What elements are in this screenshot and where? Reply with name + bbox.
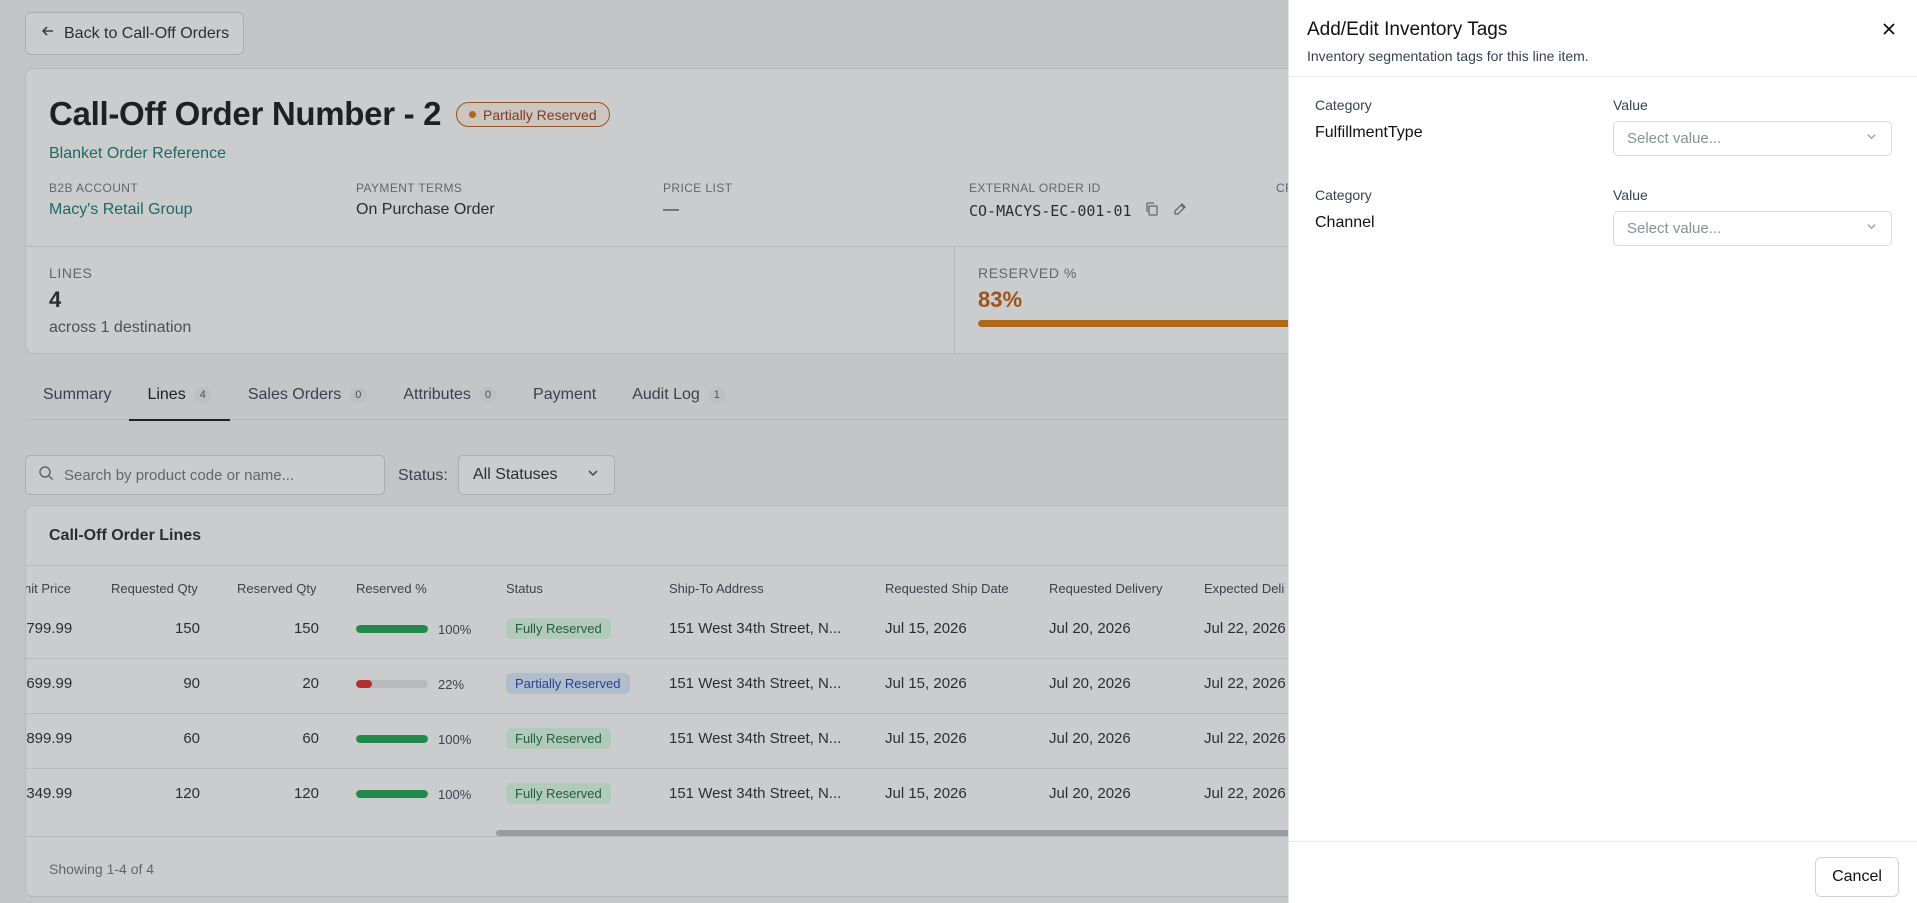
inventory-tags-drawer: Add/Edit Inventory Tags Inventory segmen…: [1288, 0, 1917, 903]
fulfillment-type-value-select[interactable]: Select value...: [1613, 121, 1892, 156]
tag-row-channel: Category Channel Value Select value...: [1315, 187, 1892, 262]
chevron-down-icon: [1865, 220, 1878, 237]
drawer-title: Add/Edit Inventory Tags: [1307, 19, 1508, 40]
chevron-down-icon: [1865, 130, 1878, 147]
drawer-footer-divider: [1289, 841, 1917, 842]
category-value: Channel: [1315, 214, 1375, 231]
tag-row-fulfillment-type: Category FulfillmentType Value Select va…: [1315, 97, 1892, 172]
select-placeholder: Select value...: [1627, 220, 1722, 237]
drawer-header-divider: [1289, 76, 1917, 77]
close-drawer-button[interactable]: [1877, 18, 1901, 42]
drawer-subtitle: Inventory segmentation tags for this lin…: [1307, 48, 1589, 64]
value-label: Value: [1613, 97, 1648, 113]
cancel-button[interactable]: Cancel: [1815, 857, 1899, 897]
category-value: FulfillmentType: [1315, 124, 1423, 141]
value-label: Value: [1613, 187, 1648, 203]
modal-backdrop[interactable]: [0, 0, 1288, 903]
category-label: Category: [1315, 97, 1372, 113]
select-placeholder: Select value...: [1627, 130, 1722, 147]
close-icon: [1881, 21, 1897, 40]
channel-value-select[interactable]: Select value...: [1613, 211, 1892, 246]
category-label: Category: [1315, 187, 1372, 203]
